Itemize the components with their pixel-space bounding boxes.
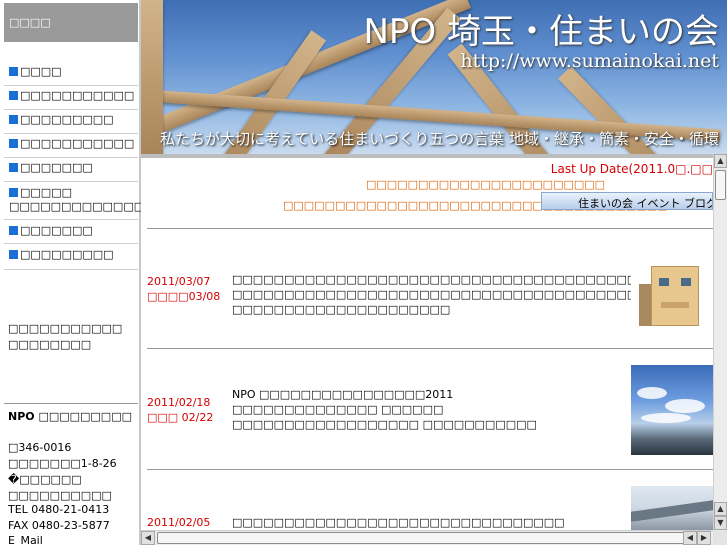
news-body: □□□□□□□□□□□□□□□□□□□□□□□□□□□□□□□□□□□□□□□□… bbox=[232, 272, 713, 317]
section-divider bbox=[147, 348, 713, 349]
horizontal-scrollbar[interactable]: ◀ ◀ ▶ bbox=[141, 530, 713, 545]
site-url[interactable]: http://www.sumainokai.net bbox=[460, 50, 719, 72]
event-blog-button[interactable]: 住まいの会 イベント ブログ bbox=[541, 192, 713, 210]
sidebar-item-5[interactable]: □□□□□□□ bbox=[4, 158, 138, 182]
sidebar-item-1[interactable]: □□□□ bbox=[4, 62, 138, 86]
news-date: 2011/03/07 bbox=[147, 275, 211, 288]
notice-link-1[interactable]: □□□□□□□□□□□□□□□□□□□□□□□ bbox=[366, 178, 605, 191]
news-line: □□□□□□□□□□□□□□□□□□□□□□□□□□□□□□□□ bbox=[232, 516, 565, 529]
bullet-icon bbox=[9, 163, 18, 172]
site-title: NPO 埼玉・住まいの会 bbox=[363, 12, 719, 52]
last-update: Last Up Date(2011.0□.□□ bbox=[550, 162, 713, 176]
address-line-1: □□□□□□□1-8-26 bbox=[8, 457, 117, 470]
top-divider bbox=[141, 154, 713, 158]
scroll-up-icon[interactable]: ▲ bbox=[714, 154, 727, 168]
sidebar-item-label: □□□□□□□□□ bbox=[20, 248, 114, 261]
news-line: □□□□□□□□□□□□□□□□□□ □□□□□□□□□□□ bbox=[232, 418, 537, 431]
sidebar-item-8[interactable]: □□□□□□□□□ bbox=[4, 244, 138, 270]
house-photo[interactable] bbox=[631, 242, 713, 330]
fax: FAX 0480-23-5877 bbox=[8, 519, 110, 532]
section-divider bbox=[147, 469, 713, 470]
promo-line-1: □□□□□□□□□□□ bbox=[8, 322, 123, 335]
bullet-icon bbox=[9, 91, 18, 100]
news-body: □□□□□□□□□□□□□□□□□□□□□□□□□□□□□□□□ bbox=[232, 515, 622, 530]
news-date: 2011/02/18 bbox=[147, 396, 211, 409]
header-banner: NPO 埼玉・住まいの会 http://www.sumainokai.net 私… bbox=[141, 0, 727, 154]
building-photo[interactable] bbox=[631, 486, 713, 530]
sidebar-item-label: □□□□ bbox=[20, 65, 62, 78]
scroll-left-icon[interactable]: ◀ bbox=[683, 531, 697, 545]
sidebar-item-label: □□□□□□□ bbox=[20, 161, 93, 174]
main-content: Last Up Date(2011.0□.□□ □□□□□□□□□□□□□□□□… bbox=[141, 154, 713, 530]
tagline: 私たちが大切に考えている住まいづくり五つの言葉 地域・継承・簡素・安全・循環 bbox=[159, 130, 719, 148]
sidebar-divider bbox=[4, 403, 138, 404]
vertical-scroll-thumb[interactable] bbox=[715, 170, 726, 200]
bullet-icon bbox=[9, 115, 18, 124]
horizontal-scroll-thumb[interactable] bbox=[157, 532, 693, 544]
bullet-icon bbox=[9, 188, 18, 197]
tel: TEL 0480-21-0413 bbox=[8, 503, 110, 516]
email-link[interactable]: E_Mail bbox=[8, 533, 43, 545]
promo-line-2: □□□□□□□□ bbox=[8, 338, 92, 351]
scroll-right-icon[interactable]: ▶ bbox=[697, 531, 711, 545]
scroll-left-icon[interactable]: ◀ bbox=[141, 531, 155, 545]
sidebar-item-7[interactable]: □□□□□□□ bbox=[4, 220, 138, 244]
vertical-scrollbar[interactable]: ▲ ▲ ▼ bbox=[713, 154, 727, 530]
sidebar: □□□□ □□□□ □□□□□□□□□□□ □□□□□□□□□ □□□□□□□□… bbox=[0, 0, 144, 545]
scroll-down-icon[interactable]: ▼ bbox=[714, 516, 727, 530]
scrollbar-corner bbox=[713, 530, 727, 545]
bullet-icon bbox=[9, 250, 18, 259]
sidebar-item-label: □□□□□ bbox=[20, 186, 72, 199]
sidebar-item-4[interactable]: □□□□□□□□□□□ bbox=[4, 134, 138, 158]
postal-code: □346-0016 bbox=[8, 441, 72, 454]
sidebar-item-6[interactable]: □□□□□ □□□□□□□□□□□□□ bbox=[4, 182, 144, 220]
news-line: □□□□□□□□□□□□□□□□□□□□□ bbox=[232, 303, 451, 316]
section-divider bbox=[147, 228, 713, 229]
news-line: □□□□□□□□□□□□□□□□□□□□□□□□□□□□□□□□□□□□□□□□… bbox=[232, 273, 669, 286]
sidebar-item-label: □□□□□□□□□ bbox=[20, 113, 114, 126]
bullet-icon bbox=[9, 226, 18, 235]
sidebar-item-3[interactable]: □□□□□□□□□ bbox=[4, 110, 138, 134]
sidebar-item-label: □□□□□□□ bbox=[20, 224, 93, 237]
sidebar-item-2[interactable]: □□□□□□□□□□□ bbox=[4, 86, 138, 110]
bullet-icon bbox=[9, 67, 18, 76]
news-line: □□□□□□□□□□□□□□ □□□□□□ bbox=[232, 403, 444, 416]
bullet-icon bbox=[9, 139, 18, 148]
sidebar-item-label: □□□□□□□□□□□ bbox=[20, 89, 135, 102]
address-line-2: �□□□□□□ bbox=[8, 473, 82, 486]
sidebar-item-label-line2: □□□□□□□□□□□□□ bbox=[9, 200, 145, 213]
sky-photo[interactable] bbox=[631, 365, 713, 455]
news-date-sub: □□□□03/08 bbox=[147, 290, 221, 303]
news-line: □□□□□□□□□□□□□□□□□□□□□□□□□□□□□□□□□□□□□□□□… bbox=[232, 288, 713, 301]
org-name: NPO □□□□□□□□□ bbox=[8, 410, 132, 423]
news-date: 2011/02/05 bbox=[147, 516, 211, 529]
sidebar-item-label: □□□□□□□□□□□ bbox=[20, 137, 135, 150]
news-body: NPO □□□□□□□□□□□□□□□□2011 □□□□□□□□□□□□□□ … bbox=[232, 387, 622, 432]
news-line: NPO □□□□□□□□□□□□□□□□2011 bbox=[232, 388, 454, 401]
sidebar-header: □□□□ bbox=[4, 3, 138, 42]
scroll-up-icon[interactable]: ▲ bbox=[714, 502, 727, 516]
news-date-sub: □□□ 02/22 bbox=[147, 411, 214, 424]
